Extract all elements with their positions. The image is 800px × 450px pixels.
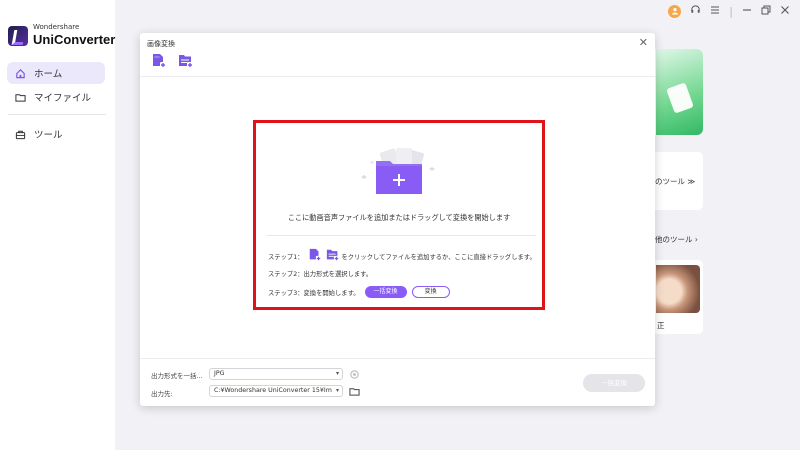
toolbar-divider — [140, 76, 655, 77]
uniconverter-logo-icon — [8, 25, 28, 46]
step-1-prefix: ステップ1： — [268, 253, 304, 261]
output-path-select[interactable]: C:¥Wondershare UniConverter 15¥Im ▾ — [209, 385, 343, 397]
add-file-button[interactable] — [151, 53, 167, 73]
restore-icon[interactable] — [761, 5, 771, 18]
headset-icon[interactable] — [690, 4, 701, 18]
drop-zone-divider — [266, 235, 536, 236]
output-path-label: 出力先: — [151, 390, 173, 398]
drop-instruction: ここに動画音声ファイルを追加またはドラッグして変換を開始します — [287, 213, 511, 222]
step-3: ステップ3：変換を開始します。 一括変換 変換 — [268, 286, 450, 298]
sidebar-item-label: マイファイル — [34, 93, 92, 104]
image-convert-dialog: 画像変換 ✕ ここに動画音声ファイルを追加またはドラッグして変換を開始します ス… — [140, 33, 655, 406]
step-1: ステップ1： をクリックしてファイルを追加するか、ここに直接ドラッグします。 — [268, 248, 536, 264]
convert-all-pill-button[interactable]: 一括変換 — [364, 286, 407, 298]
minimize-icon[interactable] — [742, 5, 752, 18]
add-folder-icon[interactable] — [326, 248, 340, 264]
window-controls: | — [668, 4, 790, 18]
step-1-suffix: をクリックしてファイルを追加するか、ここに直接ドラッグします。 — [341, 253, 536, 261]
user-avatar-icon[interactable] — [668, 4, 682, 18]
sidebar-item-label: ホーム — [34, 69, 63, 80]
add-file-icon — [151, 53, 167, 73]
dialog-title: 画像変換 — [147, 40, 175, 48]
more-tools-link[interactable]: 他のツール › — [655, 234, 698, 245]
sidebar: Wondershare UniConverter ホーム マイファイル ツール — [0, 0, 115, 450]
chevron-down-icon: ▾ — [335, 370, 339, 377]
sidebar-item-my-files[interactable]: マイファイル — [7, 86, 105, 108]
sidebar-item-tools[interactable]: ツール — [7, 123, 105, 145]
folder-icon — [14, 91, 26, 103]
close-window-icon[interactable] — [780, 5, 790, 18]
app-logo: Wondershare UniConverter — [8, 24, 115, 47]
step-3-text: ステップ3：変換を開始します。 — [268, 289, 360, 297]
add-folder-icon — [178, 53, 194, 73]
home-icon — [14, 67, 26, 79]
hamburger-menu-icon[interactable] — [710, 5, 720, 18]
step-2: ステップ2：出力形式を選択します。 — [268, 271, 373, 278]
chevron-down-icon: ▾ — [335, 387, 339, 394]
add-folder-button[interactable] — [178, 55, 194, 71]
photo-tool-caption: 正 — [657, 321, 665, 330]
convert-pill-button[interactable]: 変換 — [411, 286, 450, 298]
photo-thumbnail — [656, 265, 700, 313]
toolbox-icon — [14, 128, 26, 140]
format-settings-icon[interactable] — [348, 368, 360, 380]
output-path-value: C:¥Wondershare UniConverter 15¥Im — [214, 387, 332, 394]
feature-thumbnail — [656, 49, 703, 135]
sidebar-divider — [8, 114, 106, 115]
sidebar-item-home[interactable]: ホーム — [7, 62, 105, 84]
file-drop-zone[interactable]: ここに動画音声ファイルを追加またはドラッグして変換を開始します ステップ1： を… — [253, 120, 545, 310]
folder-illustration-icon — [356, 147, 440, 199]
brand-small-text: Wondershare — [33, 23, 80, 31]
footer-divider — [140, 358, 655, 359]
brand-name: UniConverter — [33, 32, 116, 47]
sidebar-item-label: ツール — [34, 130, 63, 141]
separator-icon: | — [729, 4, 733, 18]
output-format-value: JPG — [214, 370, 225, 377]
convert-all-button[interactable]: 一括変換 — [583, 374, 645, 392]
output-format-select[interactable]: JPG ▾ — [209, 368, 343, 380]
add-file-icon[interactable] — [308, 248, 322, 264]
open-folder-icon[interactable] — [348, 385, 360, 397]
close-icon[interactable]: ✕ — [639, 36, 648, 49]
tool-card-text: のツール ≫ — [655, 177, 696, 186]
output-format-label: 出力形式を一括... — [151, 372, 203, 380]
